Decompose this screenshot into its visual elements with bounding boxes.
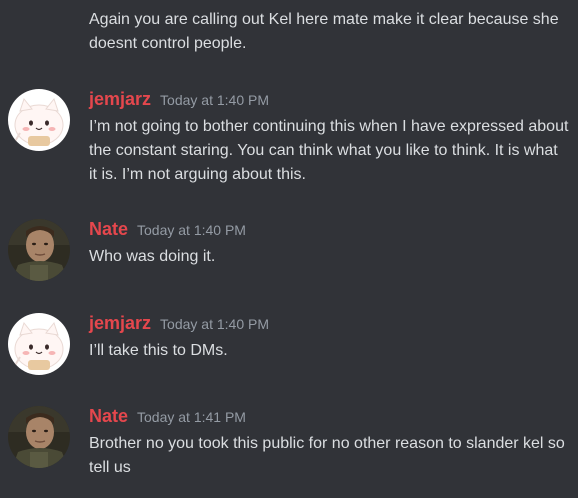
timestamp[interactable]: Today at 1:40 PM — [160, 316, 269, 332]
username[interactable]: jemjarz — [89, 89, 151, 109]
username[interactable]: jemjarz — [89, 313, 151, 333]
message-header: jemjarz Today at 1:40 PM — [89, 313, 269, 337]
soldier-avatar-icon[interactable] — [8, 406, 70, 468]
message-text: I’ll take this to DMs. — [89, 342, 228, 359]
cat-avatar-icon[interactable] — [8, 89, 70, 151]
message-text: Again you are calling out Kel here mate … — [89, 11, 559, 52]
timestamp[interactable]: Today at 1:40 PM — [160, 92, 269, 108]
message-header: Nate Today at 1:41 PM — [89, 406, 246, 430]
message-header: Nate Today at 1:40 PM — [89, 219, 246, 243]
message-text: Who was doing it. — [89, 248, 216, 265]
chat-message-list: Again you are calling out Kel here mate … — [0, 0, 578, 498]
message-text: I’m not going to bother continuing this … — [89, 118, 569, 183]
username[interactable]: Nate — [89, 406, 128, 426]
timestamp[interactable]: Today at 1:40 PM — [137, 222, 246, 238]
soldier-avatar-icon[interactable] — [8, 219, 70, 281]
username[interactable]: Nate — [89, 219, 128, 239]
timestamp[interactable]: Today at 1:41 PM — [137, 409, 246, 425]
cat-avatar-icon[interactable] — [8, 313, 70, 375]
message-text: Brother no you took this public for no o… — [89, 435, 565, 476]
message-header: jemjarz Today at 1:40 PM — [89, 89, 269, 113]
